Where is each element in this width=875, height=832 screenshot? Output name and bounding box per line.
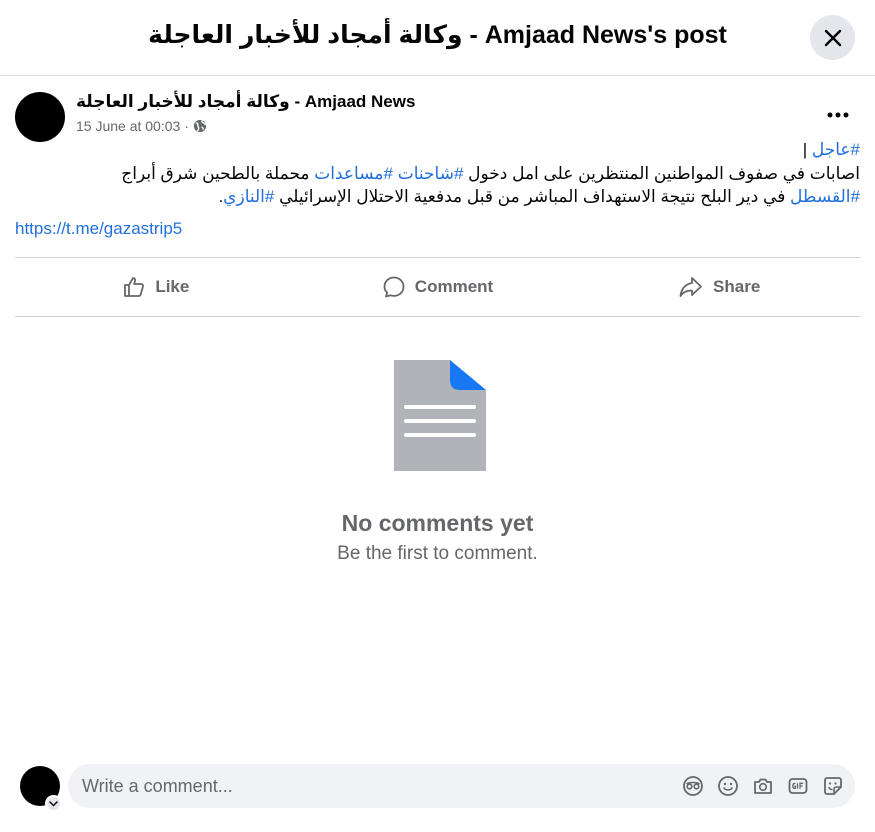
post-link[interactable]: https://t.me/gazastrip5 xyxy=(15,219,182,239)
share-label: Share xyxy=(713,277,761,296)
hashtag-link[interactable]: #عاجل xyxy=(812,140,860,159)
hashtag-link[interactable]: #القسطل xyxy=(790,187,860,206)
dialog-title: وكالة أمجاد للأخبار العاجلة - Amjaad New… xyxy=(148,21,727,49)
close-button[interactable] xyxy=(810,15,855,60)
meta-separator: · xyxy=(184,118,189,134)
hashtag-link[interactable]: #شاحنات xyxy=(398,164,464,183)
author-name[interactable]: وكالة أمجاد للأخبار العاجلة - Amjaad New… xyxy=(76,92,415,112)
like-icon xyxy=(124,277,145,297)
comment-label: Comment xyxy=(414,277,494,296)
gif-button[interactable] xyxy=(786,774,810,798)
hashtag-link[interactable]: #مساعدات xyxy=(314,164,393,183)
post-text: #عاجل | اصابات في صفوف المواطنين المنتظر… xyxy=(15,138,860,209)
camera-icon xyxy=(754,778,772,794)
more-options-button[interactable] xyxy=(820,100,856,130)
comment-button[interactable]: Comment xyxy=(297,258,579,316)
camera-button[interactable] xyxy=(751,774,775,798)
dialog-header: وكالة أمجاد للأخبار العاجلة - Amjaad New… xyxy=(0,0,875,76)
hashtag-link[interactable]: #النازي xyxy=(223,187,274,206)
composer-icons xyxy=(681,774,845,798)
globe-icon xyxy=(193,119,207,133)
comment-icon xyxy=(383,276,405,298)
empty-state-subtitle: Be the first to comment. xyxy=(337,543,538,564)
like-button[interactable]: Like xyxy=(15,258,297,316)
avatar-sticker-icon xyxy=(683,776,703,796)
emoji-icon xyxy=(718,776,738,796)
avatar-sticker-button[interactable] xyxy=(681,774,705,798)
gif-icon xyxy=(788,778,808,794)
post-meta: 15 June at 00:03 · xyxy=(76,118,207,134)
post-timestamp[interactable]: 15 June at 00:03 xyxy=(76,118,180,134)
action-bar: Like Comment Share xyxy=(15,257,860,317)
post-header: وكالة أمجاد للأخبار العاجلة - Amjaad New… xyxy=(15,90,860,142)
author-avatar[interactable] xyxy=(15,92,65,142)
like-label: Like xyxy=(155,277,190,296)
post-text-line-0: #عاجل | xyxy=(802,140,860,159)
empty-state-title: No comments yet xyxy=(341,510,534,536)
comment-input[interactable] xyxy=(82,775,681,797)
chevron-down-icon xyxy=(49,800,58,807)
comment-composer xyxy=(68,764,855,808)
post-text-line-2: #القسطل في دير البلح نتيجة الاستهداف الم… xyxy=(218,187,860,206)
close-icon xyxy=(824,29,841,46)
share-button[interactable]: Share xyxy=(578,258,860,316)
document-icon xyxy=(394,360,486,476)
share-icon xyxy=(679,277,702,297)
more-dots-icon xyxy=(827,112,849,118)
profile-switch-button[interactable] xyxy=(45,795,62,812)
post-text-line-1: اصابات في صفوف المواطنين المنتظرين على ا… xyxy=(121,163,860,183)
sticker-button[interactable] xyxy=(821,774,845,798)
sticker-icon xyxy=(824,777,842,795)
emoji-button[interactable] xyxy=(716,774,740,798)
